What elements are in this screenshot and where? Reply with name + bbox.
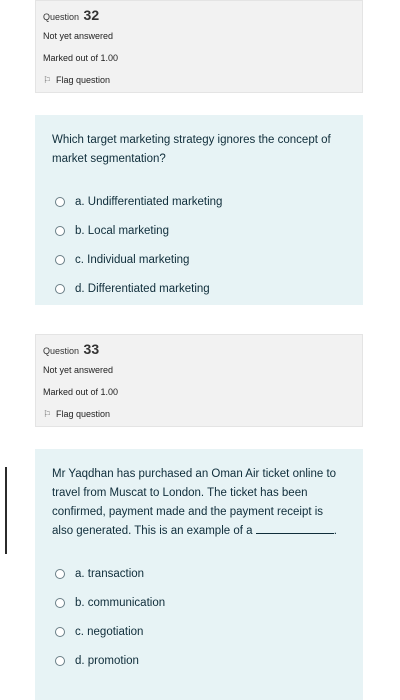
question-label: Question xyxy=(43,12,80,22)
option-label: a. Undifferentiated marketing xyxy=(75,195,223,208)
question-number-value: 32 xyxy=(83,7,100,23)
radio-button[interactable] xyxy=(55,655,65,666)
question-info: Question 33 Not yet answered Marked out … xyxy=(35,334,363,427)
question-32: Question 32 Not yet answered Marked out … xyxy=(35,0,363,305)
flag-question-button[interactable]: ⚐ Flag question xyxy=(43,403,355,425)
question-text: Which target marketing strategy ignores … xyxy=(52,134,331,165)
question-number: Question 33 xyxy=(43,339,355,359)
question-marks: Marked out of 1.00 xyxy=(43,53,119,63)
answer-option-d[interactable]: d. Differentiated marketing xyxy=(52,274,346,303)
question-status: Not yet answered xyxy=(43,365,114,375)
option-label: c. Individual marketing xyxy=(75,253,190,266)
flag-icon: ⚐ xyxy=(43,409,52,419)
radio-button[interactable] xyxy=(55,626,65,637)
answer-option-c[interactable]: c. negotiation xyxy=(52,617,346,646)
scroll-indicator xyxy=(5,467,7,554)
question-number-value: 33 xyxy=(83,341,100,357)
question-label: Question xyxy=(43,346,80,356)
question-text-end: . xyxy=(333,525,337,537)
option-label: b. communication xyxy=(75,596,166,609)
option-label: c. negotiation xyxy=(75,625,144,638)
option-label: d. promotion xyxy=(75,654,139,667)
flag-label: Flag question xyxy=(56,409,111,419)
answer-option-a[interactable]: a. transaction xyxy=(52,559,346,588)
radio-button[interactable] xyxy=(55,283,65,294)
flag-icon: ⚐ xyxy=(43,75,52,85)
question-content: Mr Yaqdhan has purchased an Oman Air tic… xyxy=(35,449,363,700)
question-text: Mr Yaqdhan has purchased an Oman Air tic… xyxy=(52,465,346,541)
flag-question-button[interactable]: ⚐ Flag question xyxy=(43,69,355,91)
question-marks: Marked out of 1.00 xyxy=(43,387,119,397)
question-content: Which target marketing strategy ignores … xyxy=(35,115,363,305)
flag-label: Flag question xyxy=(56,75,111,85)
answer-option-b[interactable]: b. Local marketing xyxy=(52,216,346,245)
answer-options: a. Undifferentiated marketing b. Local m… xyxy=(52,187,346,303)
answer-option-c[interactable]: c. Individual marketing xyxy=(52,245,346,274)
question-info: Question 32 Not yet answered Marked out … xyxy=(35,0,363,93)
answer-option-d[interactable]: d. promotion xyxy=(52,646,346,675)
question-status: Not yet answered xyxy=(43,31,114,41)
question-33: Question 33 Not yet answered Marked out … xyxy=(35,334,363,700)
radio-button[interactable] xyxy=(55,196,65,207)
quiz-page: Question 32 Not yet answered Marked out … xyxy=(0,0,400,700)
answer-options: a. transaction b. communication c. negot… xyxy=(52,559,346,675)
radio-button[interactable] xyxy=(55,568,65,579)
answer-blank xyxy=(255,523,334,534)
answer-option-b[interactable]: b. communication xyxy=(52,588,346,617)
option-label: b. Local marketing xyxy=(75,224,169,237)
question-number: Question 32 xyxy=(43,5,355,25)
radio-button[interactable] xyxy=(55,225,65,236)
option-label: d. Differentiated marketing xyxy=(75,282,210,295)
answer-option-a[interactable]: a. Undifferentiated marketing xyxy=(52,187,346,216)
radio-button[interactable] xyxy=(55,254,65,265)
radio-button[interactable] xyxy=(55,597,65,608)
option-label: a. transaction xyxy=(75,567,145,580)
